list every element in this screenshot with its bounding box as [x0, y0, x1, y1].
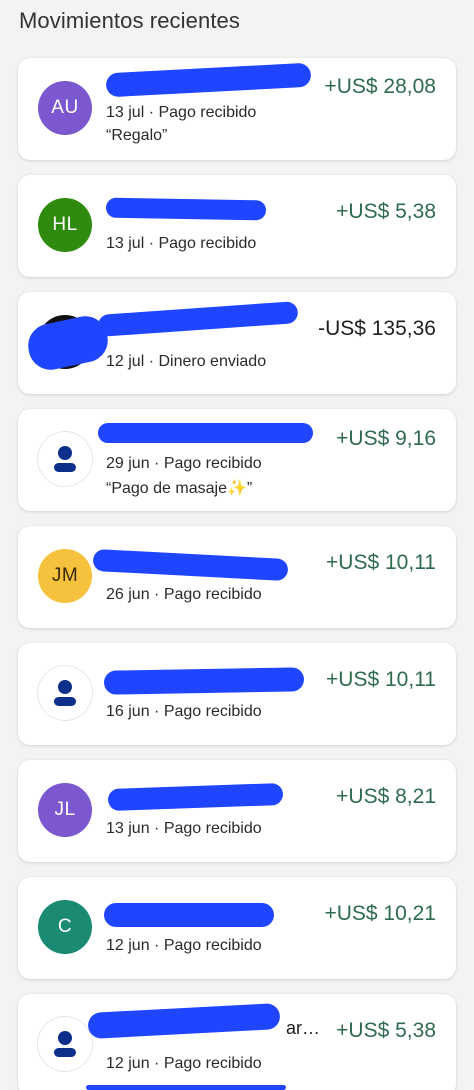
person-icon — [54, 446, 76, 472]
redacted-name — [92, 548, 289, 582]
transaction-meta: 16 jun · Pago recibido — [106, 703, 262, 720]
transaction-meta: 12 jun · Pago recibido — [106, 937, 262, 954]
person-icon — [54, 680, 76, 706]
transaction-amount: +US$ 10,21 — [324, 902, 436, 925]
avatar-initials: HL — [52, 214, 78, 235]
transaction-card[interactable]: C 12 jun · Pago recibido +US$ 10,21 — [18, 877, 456, 979]
transaction-card[interactable]: 12 jul · Dinero enviado -US$ 135,36 — [18, 292, 456, 394]
transaction-amount: +US$ 8,21 — [336, 785, 436, 808]
transaction-card[interactable]: 29 jun · Pago recibido “Pago de masaje✨”… — [18, 409, 456, 511]
avatar — [38, 432, 92, 486]
transaction-meta: 13 jul · Pago recibido — [106, 235, 257, 252]
avatar — [38, 666, 92, 720]
avatar: JM — [38, 549, 92, 603]
section-title: Movimientos recientes — [19, 8, 240, 33]
transaction-card[interactable]: 16 jun · Pago recibido +US$ 10,11 — [18, 643, 456, 745]
transaction-card[interactable]: ar… 12 jun · Pago recibido +US$ 5,38 — [18, 994, 456, 1090]
transaction-card[interactable]: JL 13 jun · Pago recibido +US$ 8,21 — [18, 760, 456, 862]
transaction-meta: 26 jun · Pago recibido — [106, 586, 262, 603]
transaction-meta: 12 jun · Pago recibido — [106, 1055, 262, 1072]
redacted-name — [105, 197, 267, 221]
avatar: C — [38, 900, 92, 954]
transaction-card[interactable]: AU 13 jul · Pago recibido “Regalo” +US$ … — [18, 58, 456, 160]
transaction-meta: 13 jun · Pago recibido — [106, 820, 262, 837]
transaction-meta: 12 jul · Dinero enviado — [106, 353, 267, 370]
avatar-initials: JM — [51, 565, 79, 586]
name-suffix: ar… — [286, 1018, 321, 1038]
transaction-meta: 29 jun · Pago recibido — [106, 455, 262, 472]
redacted-name — [104, 903, 274, 927]
transaction-card[interactable]: JM 26 jun · Pago recibido +US$ 10,11 — [18, 526, 456, 628]
transaction-amount: +US$ 9,16 — [336, 427, 436, 450]
redaction-stroke — [86, 1085, 286, 1090]
avatar: HL — [38, 198, 92, 252]
transaction-amount: +US$ 5,38 — [336, 1019, 436, 1042]
transaction-card[interactable]: HL 13 jul · Pago recibido +US$ 5,38 — [18, 175, 456, 277]
avatar: AU — [38, 81, 92, 135]
transaction-list: AU 13 jul · Pago recibido “Regalo” +US$ … — [18, 58, 456, 1090]
redacted-name — [103, 667, 305, 695]
avatar-initials: JL — [54, 799, 76, 820]
redacted-name — [107, 782, 284, 812]
redacted-name — [97, 301, 299, 337]
transaction-meta: 13 jul · Pago recibido — [106, 104, 257, 121]
redacted-name — [87, 1002, 281, 1040]
transaction-amount: +US$ 28,08 — [324, 75, 436, 98]
redacted-name — [105, 62, 312, 98]
redacted-name — [98, 423, 313, 443]
avatar — [38, 1017, 92, 1071]
transaction-amount: +US$ 10,11 — [326, 551, 436, 574]
transaction-amount: +US$ 5,38 — [336, 200, 436, 223]
avatar-initials: AU — [51, 97, 79, 118]
transaction-note: “Regalo” — [106, 127, 168, 144]
avatar-initials: C — [57, 916, 73, 937]
avatar: JL — [38, 783, 92, 837]
transaction-amount: +US$ 10,11 — [326, 668, 436, 691]
transaction-amount: -US$ 135,36 — [318, 317, 436, 340]
person-icon — [54, 1031, 76, 1057]
transaction-note: “Pago de masaje✨” — [106, 480, 253, 497]
